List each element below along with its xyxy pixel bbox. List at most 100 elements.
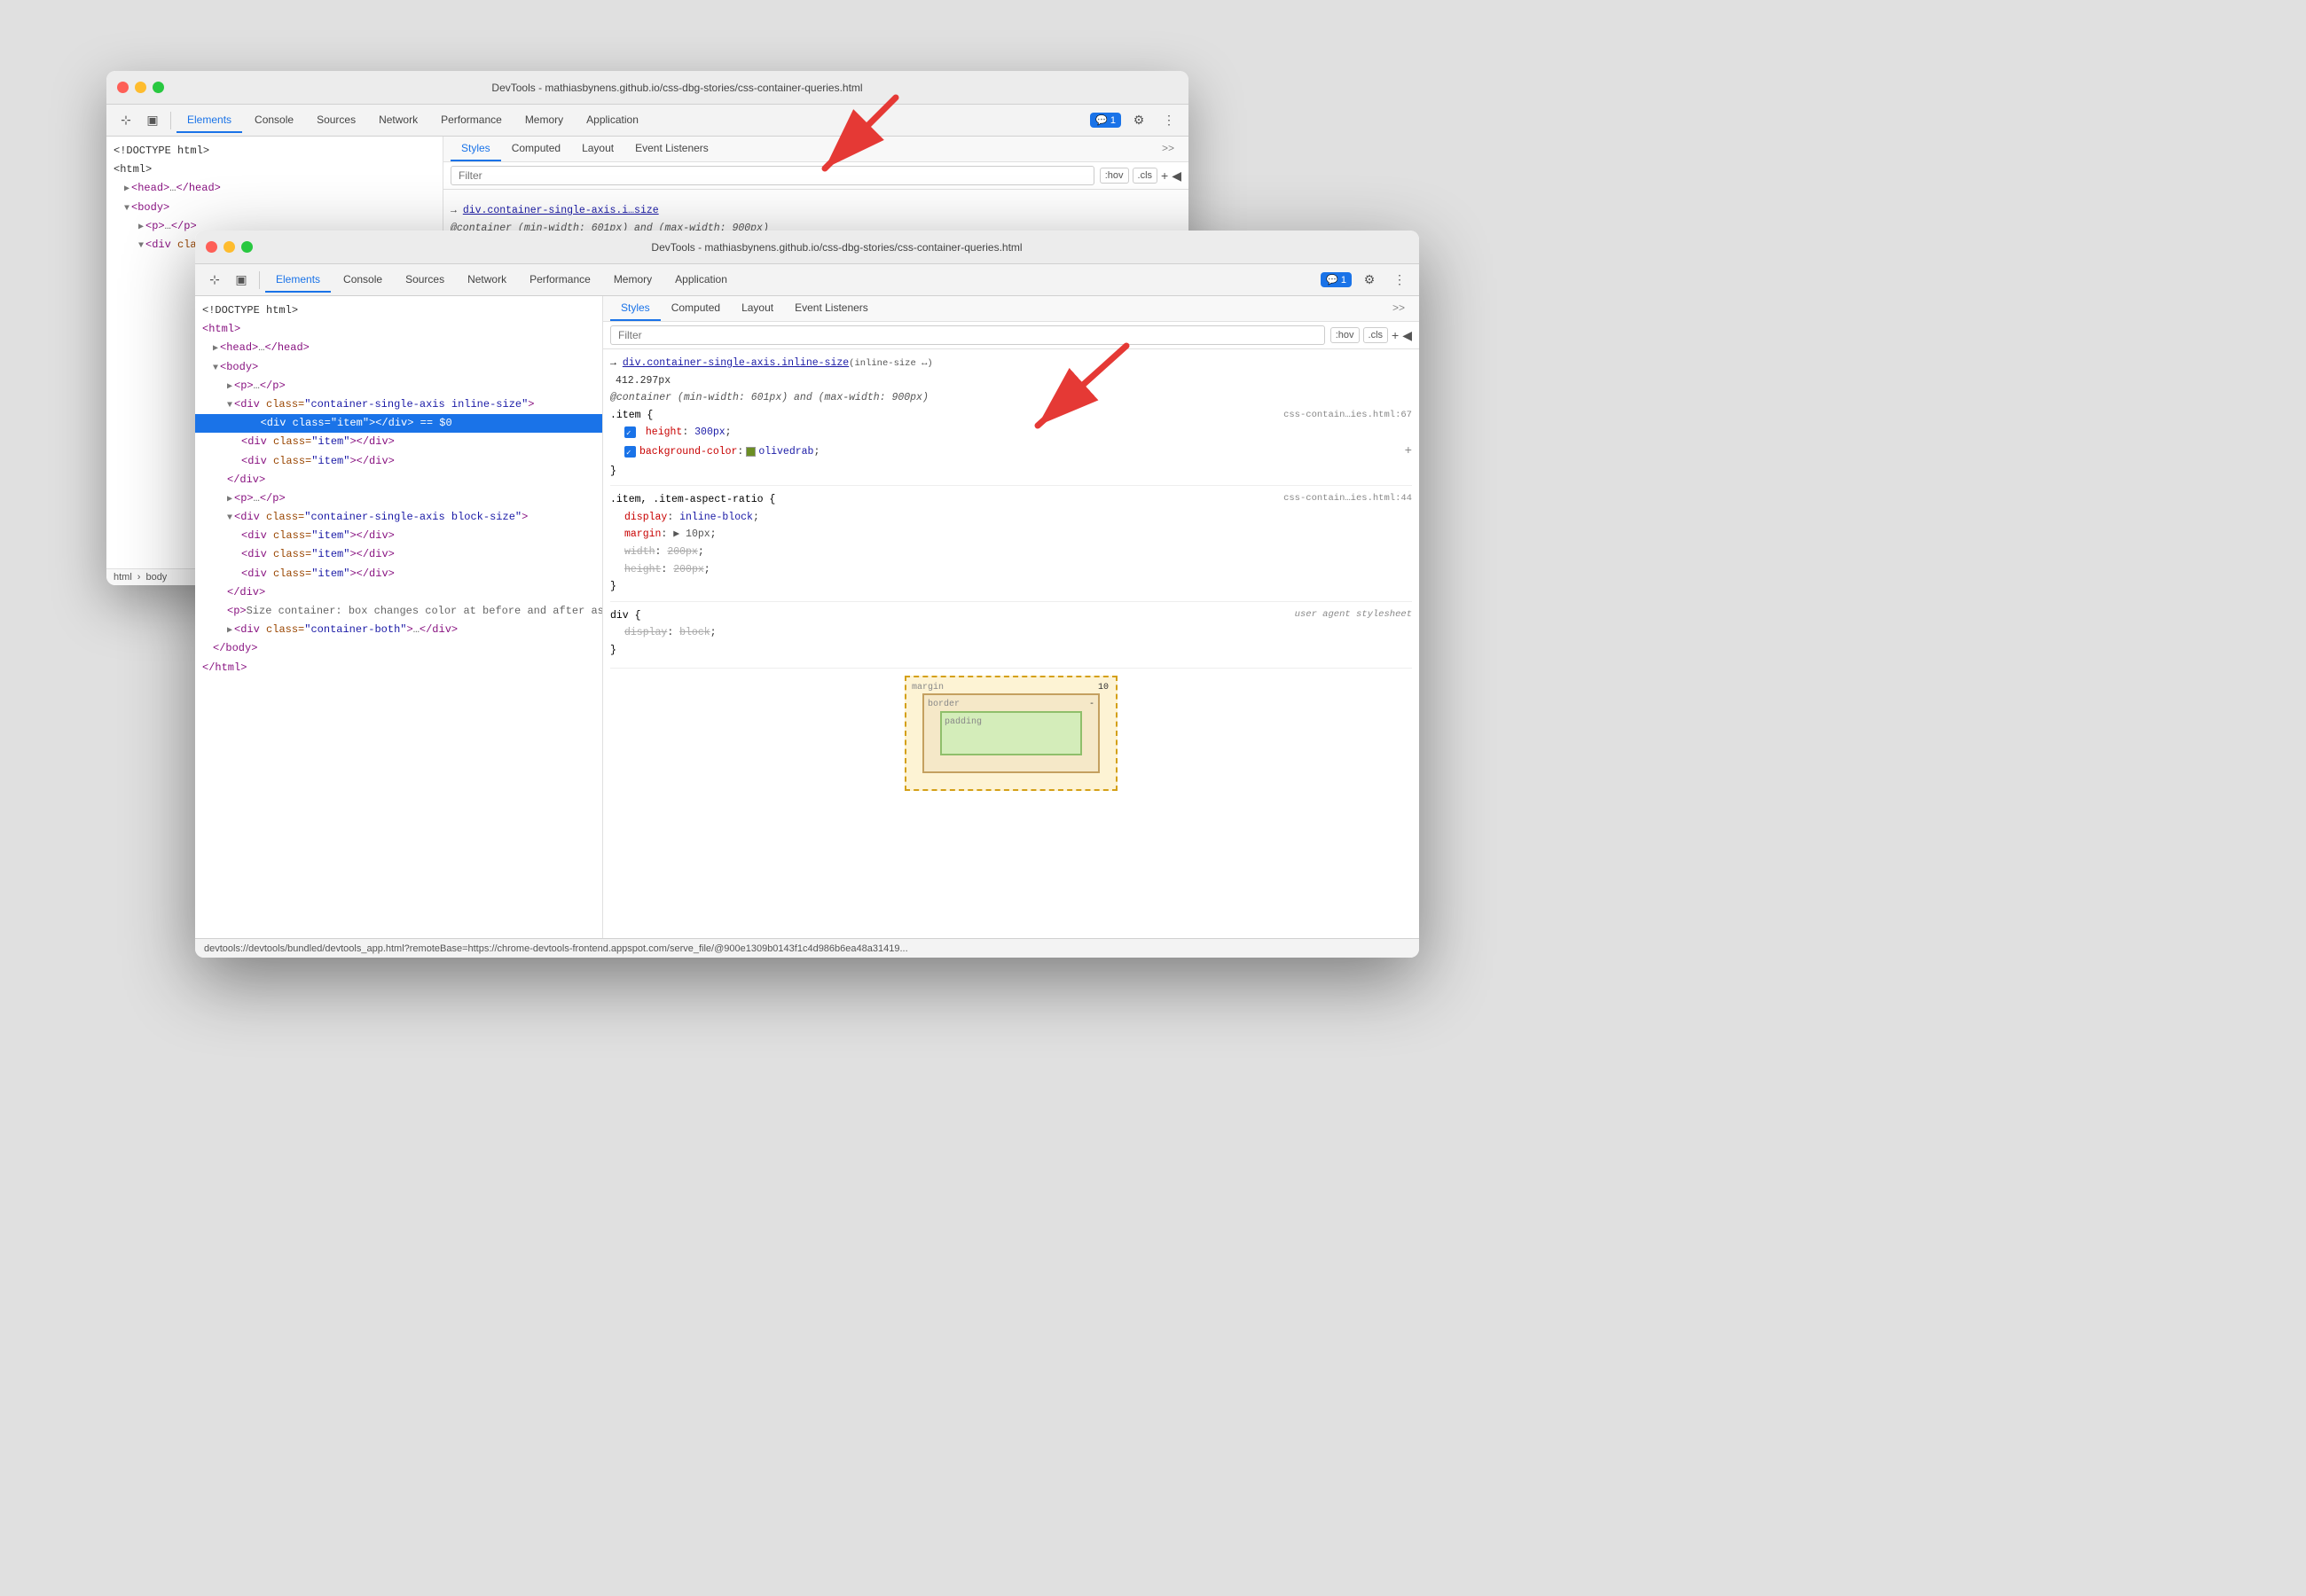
dom-doctype-front[interactable]: <!DOCTYPE html>	[195, 301, 602, 320]
dom-html-front[interactable]: <html>	[195, 320, 602, 339]
style-tab-events-back[interactable]: Event Listeners	[624, 137, 719, 161]
prop-height-striked-front: height: 200px;	[610, 561, 1412, 579]
dom-doctype-back[interactable]: <!DOCTYPE html>	[106, 142, 443, 160]
add-filter-back[interactable]: +	[1161, 168, 1168, 183]
settings-icon-front[interactable]: ⚙	[1357, 268, 1382, 293]
tab-elements-front[interactable]: Elements	[265, 268, 331, 293]
dom-head-front[interactable]: ▶<head>…</head>	[195, 339, 602, 357]
device-icon-back[interactable]: ▣	[140, 108, 165, 133]
dom-body-front[interactable]: ▼<body>	[195, 358, 602, 377]
dom-div-inline-front[interactable]: ▼<div class="container-single-axis inlin…	[195, 395, 602, 414]
tab-memory-back[interactable]: Memory	[514, 108, 574, 133]
bottom-bar-front: devtools://devtools/bundled/devtools_app…	[195, 938, 1419, 958]
style-tab-layout-back[interactable]: Layout	[571, 137, 624, 161]
dom-p1-front[interactable]: ▶<p>…</p>	[195, 377, 602, 395]
hov-button-front[interactable]: :hov	[1330, 327, 1360, 343]
dom-div-both-front[interactable]: ▶<div class="container-both">…</div>	[195, 621, 602, 639]
tab-application-back[interactable]: Application	[576, 108, 649, 133]
border-val-front: -	[1089, 697, 1094, 712]
style-tab-layout-front[interactable]: Layout	[731, 296, 784, 321]
style-tab-more-back[interactable]: >>	[1155, 137, 1181, 161]
maximize-button-back[interactable]	[153, 82, 164, 93]
dom-html-close-front[interactable]: </html>	[195, 659, 602, 677]
style-tab-styles-front[interactable]: Styles	[610, 296, 661, 321]
cls-button-front[interactable]: .cls	[1363, 327, 1389, 343]
div-selector-front: div {	[610, 607, 641, 625]
dom-bitem1-front[interactable]: <div class="item"></div>	[195, 527, 602, 545]
minimize-button-back[interactable]	[135, 82, 146, 93]
style-tab-computed-back[interactable]: Computed	[501, 137, 571, 161]
tab-memory-front[interactable]: Memory	[603, 268, 663, 293]
tab-elements-back[interactable]: Elements	[176, 108, 242, 133]
add-filter-front[interactable]: +	[1392, 328, 1399, 342]
dom-p2-front[interactable]: ▶<p>…</p>	[195, 489, 602, 508]
filter-input-back[interactable]	[451, 166, 1094, 185]
collapse-icon-back[interactable]: ◀	[1172, 168, 1181, 184]
close-button-front[interactable]	[206, 241, 217, 253]
dom-div-close2-front[interactable]: </div>	[195, 583, 602, 602]
tab-application-front[interactable]: Application	[664, 268, 738, 293]
tab-console-front[interactable]: Console	[333, 268, 393, 293]
box-model-section-front: margin 10 border - padding	[610, 668, 1412, 791]
menu-icon-back[interactable]: ⋮	[1157, 108, 1181, 133]
chat-badge-back[interactable]: 💬 1	[1090, 113, 1121, 128]
device-icon-front[interactable]: ▣	[229, 268, 254, 293]
add-prop-btn-front[interactable]: +	[1405, 442, 1412, 463]
rule2-front: .item, .item-aspect-ratio { css-contain……	[610, 485, 1412, 595]
cursor-icon-back[interactable]: ⊹	[114, 108, 138, 133]
style-tab-computed-front[interactable]: Computed	[661, 296, 731, 321]
menu-icon-front[interactable]: ⋮	[1387, 268, 1412, 293]
dom-div-block-front[interactable]: ▼<div class="container-single-axis block…	[195, 508, 602, 527]
dom-head-back[interactable]: ▶<head>…</head>	[106, 179, 443, 198]
dom-html-back[interactable]: <html>	[106, 160, 443, 179]
tab-performance-back[interactable]: Performance	[430, 108, 513, 133]
dom-item2-front[interactable]: <div class="item"></div>	[195, 433, 602, 451]
style-tab-events-front[interactable]: Event Listeners	[784, 296, 879, 321]
chat-badge-front[interactable]: 💬 1	[1321, 272, 1352, 287]
tab-console-back[interactable]: Console	[244, 108, 304, 133]
checkbox-height-front[interactable]	[624, 426, 636, 438]
filter-input-front[interactable]	[610, 325, 1325, 345]
close-button-back[interactable]	[117, 82, 129, 93]
dom-body-close-front[interactable]: </body>	[195, 639, 602, 658]
prop-bgcolor-front: background-color: olivedrab; +	[610, 442, 1412, 463]
title-bar-back: DevTools - mathiasbynens.github.io/css-d…	[106, 71, 1188, 105]
rule1-front: → div.container-single-axis.inline-size(…	[610, 355, 1412, 480]
styles-content-front: → div.container-single-axis.inline-size(…	[603, 349, 1419, 938]
dom-div-close1-front[interactable]: </div>	[195, 471, 602, 489]
dom-item1-front[interactable]: <div class="item"></div> == $0	[195, 414, 602, 433]
checkbox-bgcolor-front[interactable]	[624, 446, 636, 458]
breadcrumb-html-back[interactable]: html	[114, 572, 132, 583]
block-close1-front: }	[610, 463, 1412, 481]
tab-network-back[interactable]: Network	[368, 108, 428, 133]
selector-link1-front[interactable]: div.container-single-axis.inline-size	[623, 357, 849, 369]
dom-item3-front[interactable]: <div class="item"></div>	[195, 452, 602, 471]
minimize-button-front[interactable]	[224, 241, 235, 253]
bottom-url-front: devtools://devtools/bundled/devtools_app…	[204, 943, 908, 954]
dom-bitem2-front[interactable]: <div class="item"></div>	[195, 545, 602, 564]
prop-val-bgcolor-front: olivedrab	[758, 443, 813, 461]
container-rule1-front: @container (min-width: 601px) and (max-w…	[610, 389, 1412, 407]
breadcrumb-body-back[interactable]: body	[145, 572, 167, 583]
collapse-icon-front[interactable]: ◀	[1402, 328, 1412, 343]
prop-val-display-front: inline-block	[679, 512, 753, 523]
settings-icon-back[interactable]: ⚙	[1126, 108, 1151, 133]
padding-label-front: padding	[945, 715, 982, 730]
tab-performance-front[interactable]: Performance	[519, 268, 601, 293]
dom-bitem3-front[interactable]: <div class="item"></div>	[195, 565, 602, 583]
tab-sources-back[interactable]: Sources	[306, 108, 366, 133]
style-tab-styles-back[interactable]: Styles	[451, 137, 501, 161]
hov-button-back[interactable]: :hov	[1100, 168, 1129, 184]
dom-body-back[interactable]: ▼<body>	[106, 199, 443, 217]
tab-sources-front[interactable]: Sources	[395, 268, 455, 293]
toolbar-front: ⊹ ▣ Elements Console Sources Network Per…	[195, 264, 1419, 296]
dom-p-size-front[interactable]: <p>Size container: box changes color at …	[195, 602, 602, 621]
maximize-button-front[interactable]	[241, 241, 253, 253]
selector-link-back[interactable]: div.container-single-axis.i…size	[463, 205, 659, 216]
selector3-front: div { user agent stylesheet	[610, 607, 1412, 625]
style-tab-more-front[interactable]: >>	[1385, 296, 1412, 321]
cls-button-back[interactable]: .cls	[1133, 168, 1158, 184]
cursor-icon-front[interactable]: ⊹	[202, 268, 227, 293]
tab-network-front[interactable]: Network	[457, 268, 517, 293]
prop-name-margin-front: margin	[624, 528, 661, 540]
